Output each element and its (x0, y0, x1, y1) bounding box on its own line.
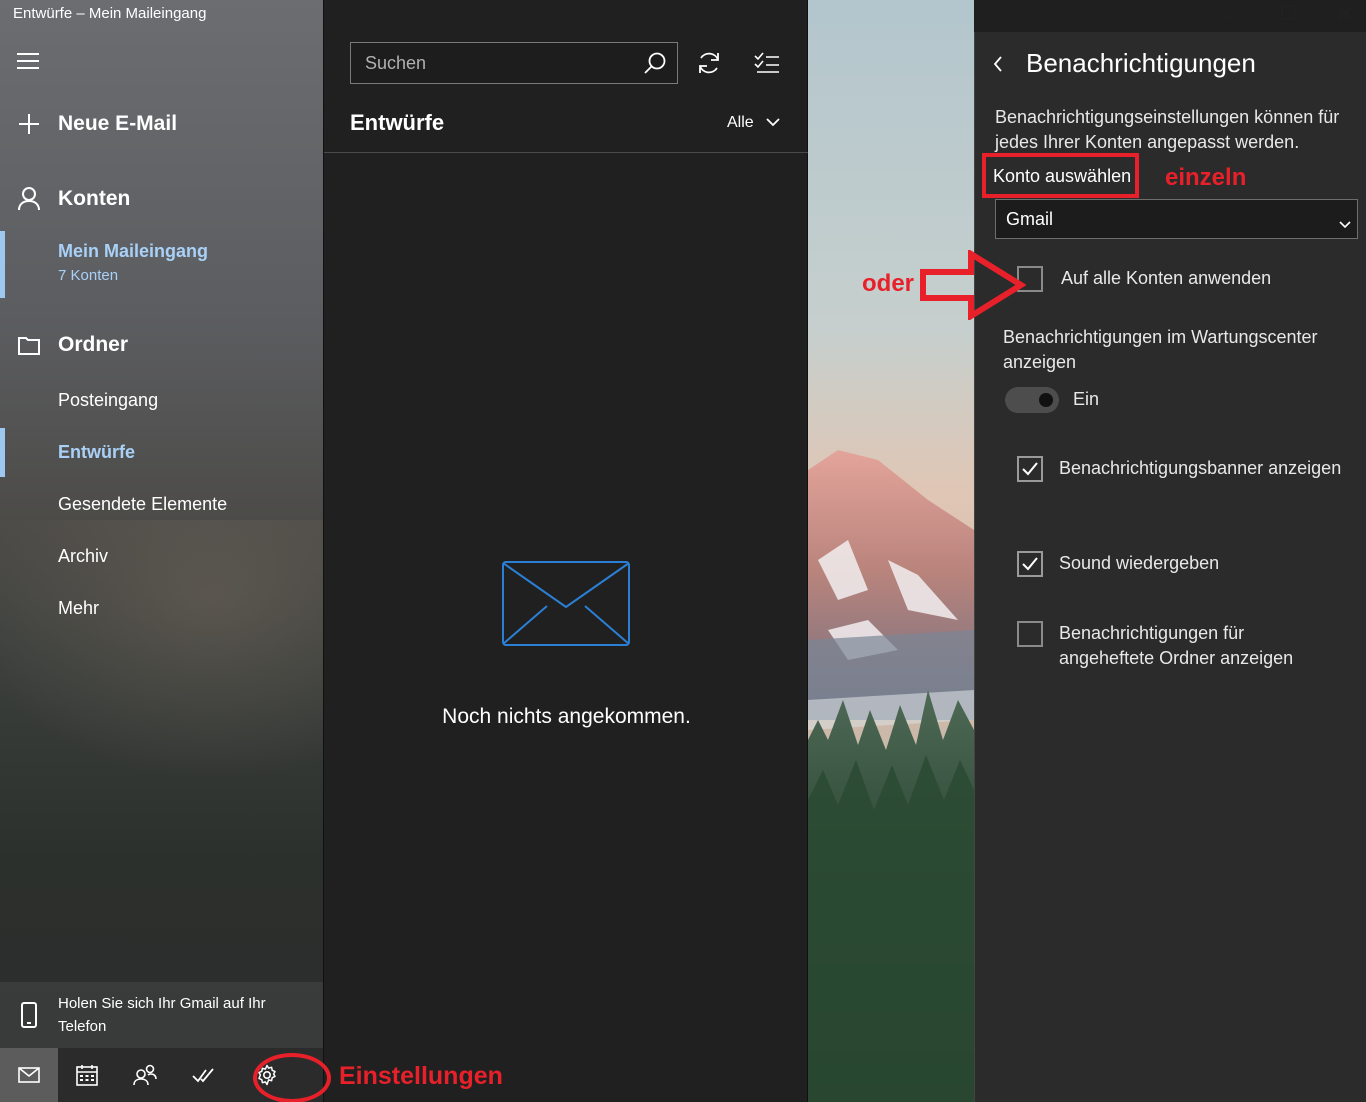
back-arrow-icon[interactable] (993, 56, 1003, 77)
folder-gesendete-elemente[interactable]: Gesendete Elemente (58, 494, 227, 515)
action-center-toggle[interactable] (1005, 387, 1059, 413)
minimize-icon (1224, 6, 1238, 24)
annotation-einstellungen: Einstellungen (339, 1062, 503, 1090)
search-box (350, 42, 678, 84)
maximize-button[interactable] (1260, 0, 1316, 30)
folder-archiv[interactable]: Archiv (58, 546, 108, 567)
account-select-dropdown[interactable]: Gmail (995, 199, 1358, 239)
annotation-einzeln: einzeln (1165, 164, 1247, 191)
folders-heading: Ordner (58, 333, 129, 356)
checkmark-icon (1017, 456, 1043, 482)
sync-icon[interactable] (696, 50, 722, 81)
list-divider (324, 152, 809, 153)
action-center-label: Benachrichtigungen im Wartungscenter anz… (1003, 327, 1318, 372)
apply-all-accounts-checkbox[interactable]: Auf alle Konten anwenden (1017, 266, 1271, 292)
account-mein-maileingang[interactable]: Mein Maileingang (58, 241, 208, 262)
phone-icon (0, 1002, 58, 1028)
search-icon[interactable] (643, 51, 667, 80)
banner-checkbox[interactable]: Benachrichtigungsbanner anzeigen (1017, 456, 1341, 482)
apply-all-accounts-label: Auf alle Konten anwenden (1061, 268, 1272, 288)
search-input[interactable] (351, 43, 631, 83)
pinned-folders-checkbox[interactable]: Benachrichtigungen für angeheftete Ordne… (1017, 621, 1319, 671)
highlight-box-account-label (982, 153, 1139, 198)
new-mail-button[interactable]: Neue E-Mail (0, 106, 323, 142)
settings-description: Benachrichtigungseinstellungen können fü… (995, 107, 1340, 152)
sound-checkbox[interactable]: Sound wiedergeben (1017, 551, 1219, 577)
folder-selection-indicator (0, 428, 5, 477)
pinned-folders-label: Benachrichtigungen für angeheftete Ordne… (1059, 623, 1294, 668)
selection-mode-icon[interactable] (754, 52, 780, 79)
window-title: Entwürfe – Mein Maileingang (13, 5, 207, 22)
close-button[interactable] (1317, 0, 1366, 30)
background-landscape-image (808, 0, 974, 1102)
toggle-state-label: Ein (1073, 389, 1100, 409)
empty-envelope-icon (502, 561, 630, 651)
settings-title: Benachrichtigungen (1026, 48, 1256, 78)
people-icon[interactable] (116, 1048, 174, 1102)
minimize-button[interactable] (1203, 0, 1259, 30)
accounts-header[interactable]: Konten (0, 181, 323, 217)
new-mail-label: Neue E-Mail (58, 112, 178, 135)
background-mountain-ridge (0, 520, 323, 780)
account-count: 7 Konten (58, 267, 119, 284)
maximize-icon (1281, 5, 1295, 24)
folder-entwuerfe[interactable]: Entwürfe (58, 442, 135, 463)
plus-icon (0, 113, 58, 135)
sound-label: Sound wiedergeben (1059, 553, 1220, 573)
todo-icon[interactable] (174, 1048, 232, 1102)
account-select-value: Gmail (1006, 208, 1054, 229)
chevron-down-icon (1339, 213, 1351, 234)
folder-posteingang[interactable]: Posteingang (58, 390, 158, 411)
filter-dropdown[interactable]: Alle (727, 114, 780, 132)
filter-label: Alle (727, 114, 754, 131)
close-icon (1338, 6, 1352, 25)
highlight-ellipse-settings (253, 1053, 331, 1102)
checkmark-icon (1017, 551, 1043, 577)
folder-mehr[interactable]: Mehr (58, 598, 99, 619)
banner-label: Benachrichtigungsbanner anzeigen (1059, 458, 1342, 478)
phone-promo-text: Holen Sie sich Ihr Gmail auf Ihr Telefon (58, 995, 266, 1035)
annotation-arrow-icon (918, 248, 1027, 325)
chevron-down-icon (766, 114, 780, 132)
annotation-oder: oder (862, 270, 915, 297)
folders-header[interactable]: Ordner (0, 327, 323, 363)
navigation-pane: Entwürfe – Mein Maileingang Neue E-Mail … (0, 0, 323, 1102)
folder-title: Entwürfe (350, 110, 445, 135)
person-icon (0, 187, 58, 211)
message-list-pane: Entwürfe Alle Noch nichts angekommen. (323, 0, 809, 1102)
empty-state-message: Noch nichts angekommen. (442, 705, 691, 728)
calendar-icon[interactable] (58, 1048, 116, 1102)
account-selection-indicator (0, 231, 5, 298)
hamburger-menu-icon[interactable] (17, 53, 39, 71)
phone-promo-banner[interactable]: Holen Sie sich Ihr Gmail auf Ihr Telefon (0, 982, 323, 1048)
folder-icon (0, 335, 58, 355)
checkbox-unchecked (1017, 621, 1043, 647)
mail-icon[interactable] (0, 1048, 58, 1102)
accounts-heading: Konten (58, 187, 131, 210)
